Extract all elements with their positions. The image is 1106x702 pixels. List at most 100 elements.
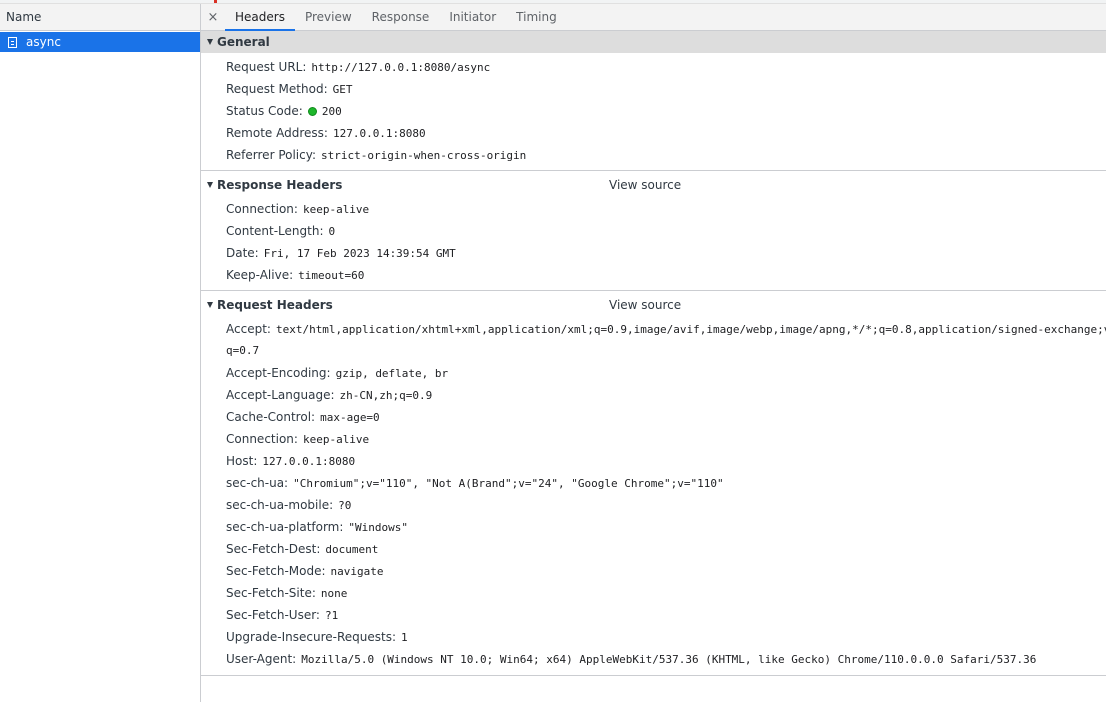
header-row: sec-ch-ua: "Chromium";v="110", "Not A(Bra…	[226, 472, 1106, 494]
header-key: Request Method:	[226, 82, 328, 96]
header-value: document	[325, 543, 379, 556]
header-key: Connection:	[226, 432, 298, 446]
section-title: Request Headers	[217, 298, 333, 312]
header-key: Host:	[226, 454, 258, 468]
header-key: sec-ch-ua-mobile:	[226, 498, 334, 512]
header-value: strict-origin-when-cross-origin	[321, 149, 527, 162]
header-value: none	[320, 587, 348, 600]
header-key: Accept-Encoding:	[226, 366, 331, 380]
header-value: 200	[321, 105, 342, 118]
header-value: 127.0.0.1:8080	[332, 127, 426, 140]
header-key: Referrer Policy:	[226, 148, 316, 162]
header-key: Content-Length:	[226, 224, 324, 238]
header-row: Host: 127.0.0.1:8080	[226, 450, 1106, 472]
request-headers-section: Request Headers View source Accept: text/…	[201, 294, 1106, 676]
header-value: ?1	[324, 609, 339, 622]
header-value: text/html,application/xhtml+xml,applicat…	[275, 323, 1106, 336]
header-value: http://127.0.0.1:8080/async	[311, 61, 491, 74]
header-key: User-Agent:	[226, 652, 297, 666]
request-row[interactable]: async	[0, 32, 200, 52]
header-key: Upgrade-Insecure-Requests:	[226, 630, 397, 644]
header-key: Cache-Control:	[226, 410, 316, 424]
request-list-pane: Name async	[0, 4, 201, 702]
header-row: Connection: keep-alive	[226, 428, 1106, 450]
header-key: Request URL:	[226, 60, 307, 74]
tab-response[interactable]: Response	[362, 4, 440, 30]
header-row: Accept-Language: zh-CN,zh;q=0.9	[226, 384, 1106, 406]
collapse-triangle-icon	[207, 182, 213, 188]
header-value: gzip, deflate, br	[335, 367, 449, 380]
header-value: zh-CN,zh;q=0.9	[339, 389, 433, 402]
header-value: 1	[401, 631, 408, 644]
collapse-triangle-icon	[207, 302, 213, 308]
header-value: ?0	[338, 499, 352, 512]
request-name: async	[26, 35, 61, 49]
header-row: Connection: keep-alive	[226, 198, 1106, 220]
request-headers-section-header[interactable]: Request Headers View source	[201, 294, 1106, 316]
header-row: sec-ch-ua-platform: "Windows"	[226, 516, 1106, 538]
header-row: User-Agent: Mozilla/5.0 (Windows NT 10.0;…	[226, 648, 1106, 670]
header-row: Date: Fri, 17 Feb 2023 14:39:54 GMT	[226, 242, 1106, 264]
header-key: Sec-Fetch-Dest:	[226, 542, 321, 556]
header-value: navigate	[330, 565, 384, 578]
general-section-header[interactable]: General	[201, 31, 1106, 53]
view-source-link[interactable]: View source	[609, 294, 681, 316]
header-row: Sec-Fetch-Dest: document	[226, 538, 1106, 560]
timeline-marker	[214, 0, 217, 3]
header-value: 127.0.0.1:8080	[262, 455, 356, 468]
header-row: Sec-Fetch-Mode: navigate	[226, 560, 1106, 582]
general-section: General Request URL: http://127.0.0.1:808…	[201, 31, 1106, 171]
header-value: 0	[328, 225, 336, 238]
header-value: Mozilla/5.0 (Windows NT 10.0; Win64; x64…	[301, 653, 1037, 666]
header-key: Remote Address:	[226, 126, 328, 140]
section-title: General	[217, 35, 270, 49]
tab-timing[interactable]: Timing	[506, 4, 567, 30]
header-row: Request URL: http://127.0.0.1:8080/async	[226, 56, 1106, 78]
header-row: Upgrade-Insecure-Requests: 1	[226, 626, 1106, 648]
tab-initiator[interactable]: Initiator	[439, 4, 506, 30]
header-value: GET	[332, 83, 353, 96]
header-row: Content-Length: 0	[226, 220, 1106, 242]
header-row: sec-ch-ua-mobile: ?0	[226, 494, 1106, 516]
view-source-link[interactable]: View source	[609, 174, 681, 196]
header-row: Accept-Encoding: gzip, deflate, br	[226, 362, 1106, 384]
header-row: Accept: text/html,application/xhtml+xml,a…	[226, 318, 1106, 340]
header-key: Date:	[226, 246, 259, 260]
section-title: Response Headers	[217, 178, 343, 192]
header-key: Connection:	[226, 202, 298, 216]
close-icon[interactable]: ×	[201, 4, 225, 30]
header-value: keep-alive	[302, 203, 370, 216]
header-row: Keep-Alive: timeout=60	[226, 264, 1106, 286]
header-row: Referrer Policy: strict-origin-when-cross…	[226, 144, 1106, 166]
header-row: Request Method: GET	[226, 78, 1106, 100]
header-key: Keep-Alive:	[226, 268, 294, 282]
collapse-triangle-icon	[207, 39, 213, 45]
header-value-continuation: q=0.7	[226, 344, 260, 357]
header-row: Sec-Fetch-User: ?1	[226, 604, 1106, 626]
header-key: sec-ch-ua:	[226, 476, 289, 490]
header-key: Sec-Fetch-Site:	[226, 586, 316, 600]
header-key: Sec-Fetch-User:	[226, 608, 320, 622]
name-column-header[interactable]: Name	[0, 4, 200, 31]
tab-headers[interactable]: Headers	[225, 4, 295, 31]
status-ok-icon	[307, 107, 317, 116]
header-value: Fri, 17 Feb 2023 14:39:54 GMT	[263, 247, 456, 260]
header-key: Accept:	[226, 322, 271, 336]
header-row: Status Code: 200	[226, 100, 1106, 122]
header-value: "Windows"	[348, 521, 409, 534]
header-value: timeout=60	[298, 269, 365, 282]
details-tab-bar: × Headers Preview Response Initiator Tim…	[201, 4, 1106, 31]
header-row: Remote Address: 127.0.0.1:8080	[226, 122, 1106, 144]
header-key: Accept-Language:	[226, 388, 335, 402]
response-headers-section-header[interactable]: Response Headers View source	[201, 174, 1106, 196]
response-headers-section: Response Headers View source Connection:…	[201, 174, 1106, 291]
header-key: sec-ch-ua-platform:	[226, 520, 344, 534]
header-row: Sec-Fetch-Site: none	[226, 582, 1106, 604]
headers-panel: General Request URL: http://127.0.0.1:808…	[201, 31, 1106, 702]
header-value: keep-alive	[302, 433, 370, 446]
header-row: Cache-Control: max-age=0	[226, 406, 1106, 428]
header-value: max-age=0	[320, 411, 380, 424]
tab-preview[interactable]: Preview	[295, 4, 362, 30]
header-key: Status Code:	[226, 104, 303, 118]
document-icon	[8, 36, 17, 48]
